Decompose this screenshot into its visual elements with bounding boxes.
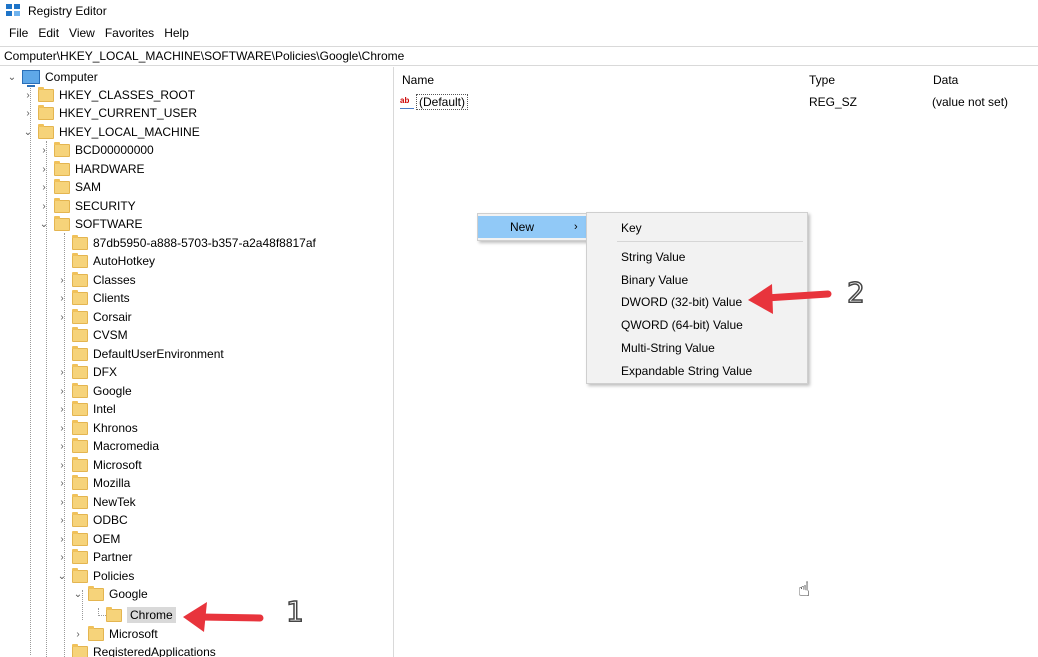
- arrow-2-icon: [748, 284, 832, 314]
- annotation-step-1: 1: [285, 594, 304, 629]
- annotation-layer: [183, 284, 832, 632]
- annotation-step-2: 2: [846, 275, 865, 310]
- arrow-1-icon: [183, 602, 264, 632]
